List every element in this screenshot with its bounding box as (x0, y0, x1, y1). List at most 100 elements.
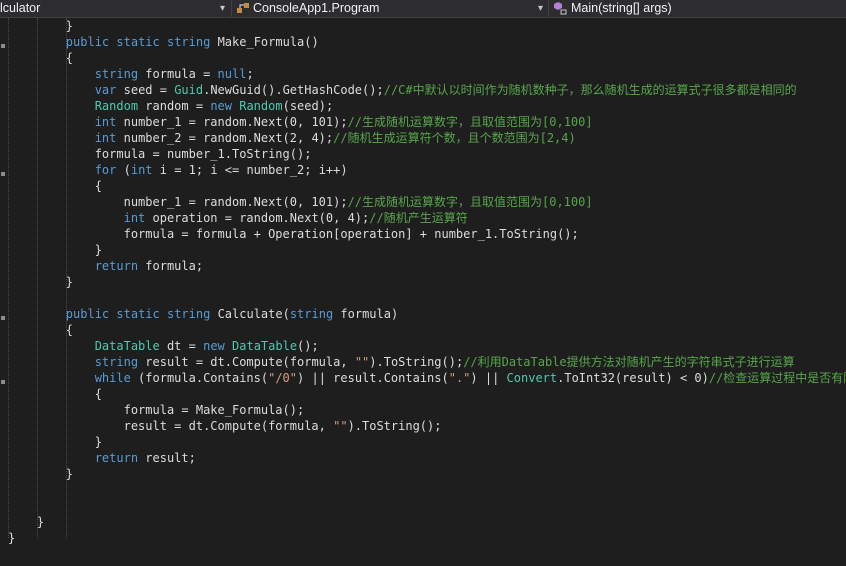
code-line: int operation = random.Next(0, 4);//随机产生… (8, 210, 468, 226)
code-token: string (94, 355, 139, 369)
project-dropdown[interactable]: lculator (0, 0, 40, 17)
code-token: var (94, 83, 117, 97)
outline-collapse-icon[interactable] (1, 44, 5, 48)
code-token: for (94, 163, 117, 177)
code-token: "" (354, 355, 370, 369)
code-token: while (94, 371, 131, 385)
code-token: random = (138, 99, 211, 113)
code-line: } (8, 530, 15, 546)
code-token: Random (239, 99, 283, 113)
code-line: var seed = Guid.NewGuid().GetHashCode();… (8, 82, 797, 98)
outline-collapse-icon[interactable] (1, 172, 5, 176)
code-token: formula) (333, 307, 399, 321)
outline-collapse-icon[interactable] (1, 316, 5, 320)
code-line: formula = formula + Operation[operation]… (8, 226, 579, 242)
code-token: } (8, 19, 74, 33)
code-token: new (203, 339, 225, 353)
code-token: "" (333, 419, 348, 433)
code-token: Random (94, 99, 139, 113)
code-line: int number_2 = random.Next(2, 4);//随机生成运… (8, 130, 576, 146)
code-token: string (94, 67, 139, 81)
code-token: string (289, 307, 334, 321)
code-token: int (123, 211, 146, 225)
code-token: //随机产生运算符 (369, 211, 468, 225)
code-token: return (94, 259, 139, 273)
code-token: operation = random.Next(0, 4); (145, 211, 370, 225)
code-editor[interactable]: } public static string Make_Formula() { … (0, 18, 846, 566)
code-token: string (166, 307, 211, 321)
code-token: } (8, 275, 74, 289)
code-token: number_1 = random.Next(0, 101); (8, 195, 348, 209)
code-token: string (166, 35, 211, 49)
navigation-bar: lculator ▾ ConsoleApp1.Program ▾ Main(st… (0, 0, 846, 18)
code-line: int number_1 = random.Next(0, 101);//生成随… (8, 114, 593, 130)
code-token: ; (246, 67, 254, 81)
code-token: { (8, 323, 74, 337)
code-token: (seed); (282, 99, 334, 113)
code-line: result = dt.Compute(formula, "").ToStrin… (8, 418, 442, 434)
code-token: seed = (116, 83, 175, 97)
code-token: result = dt.Compute(formula, (8, 419, 334, 433)
class-dropdown-chevron-down-icon[interactable]: ▾ (538, 0, 543, 17)
code-token: ) || (470, 371, 507, 385)
method-icon (554, 2, 567, 15)
code-token: DataTable (232, 339, 298, 353)
code-token: //C#中默认以时间作为随机数种子，那么随机生成的运算式子很多都是相同的 (383, 83, 797, 97)
code-token: int (130, 163, 153, 177)
code-token: number_1 = random.Next(0, 101); (116, 115, 348, 129)
navbar-divider (231, 0, 232, 17)
code-token: Calculate( (210, 307, 290, 321)
code-line: { (8, 386, 102, 402)
code-token: formula = formula + Operation[operation]… (8, 227, 579, 241)
code-line: return result; (8, 450, 196, 466)
code-token: int (94, 115, 117, 129)
code-token: public (65, 307, 110, 321)
code-token: i = 1; i <= number_2; i++) (152, 163, 348, 177)
code-token: .ToInt32(result) < 0) (557, 371, 709, 385)
code-token: result; (138, 451, 196, 465)
code-line: for (int i = 1; i <= number_2; i++) (8, 162, 348, 178)
class-dropdown[interactable]: ConsoleApp1.Program (253, 0, 379, 17)
code-token: Convert (506, 371, 558, 385)
code-token: formula; (138, 259, 204, 273)
code-token: //检查运算过程中是否有除零 (708, 371, 846, 385)
code-token: //生成随机运算数字，且取值范围为[0,100] (347, 115, 593, 129)
code-line: } (8, 514, 44, 530)
project-dropdown-chevron-down-icon[interactable]: ▾ (220, 0, 225, 17)
class-icon (237, 3, 249, 13)
code-line: formula = number_1.ToString(); (8, 146, 312, 162)
code-token: //利用DataTable提供方法对随机产生的字符串式子进行运算 (463, 355, 795, 369)
code-token: number_2 = random.Next(2, 4); (116, 131, 334, 145)
code-token: Guid (174, 83, 204, 97)
code-line: } (8, 18, 73, 34)
code-token: { (8, 387, 102, 401)
code-token: public (65, 35, 110, 49)
member-dropdown[interactable]: Main(string[] args) (571, 0, 672, 17)
code-line: public static string Make_Formula() (8, 34, 319, 50)
code-token: int (94, 131, 117, 145)
code-token: ).ToString(); (347, 419, 442, 433)
code-token: //生成随机运算数字，且取值范围为[0,100] (347, 195, 593, 209)
code-token: } (8, 467, 74, 481)
code-token: return (94, 451, 139, 465)
code-token: ).ToString(); (369, 355, 464, 369)
code-line: string result = dt.Compute(formula, "").… (8, 354, 795, 370)
outline-collapse-icon[interactable] (1, 380, 5, 384)
code-token: .NewGuid().GetHashCode(); (203, 83, 384, 97)
code-token: //随机生成运算符个数，且个数范围为[2,4) (333, 131, 576, 145)
code-line: } (8, 242, 102, 258)
code-line: string formula = null; (8, 66, 254, 82)
code-line: } (8, 274, 73, 290)
code-line: { (8, 322, 73, 338)
